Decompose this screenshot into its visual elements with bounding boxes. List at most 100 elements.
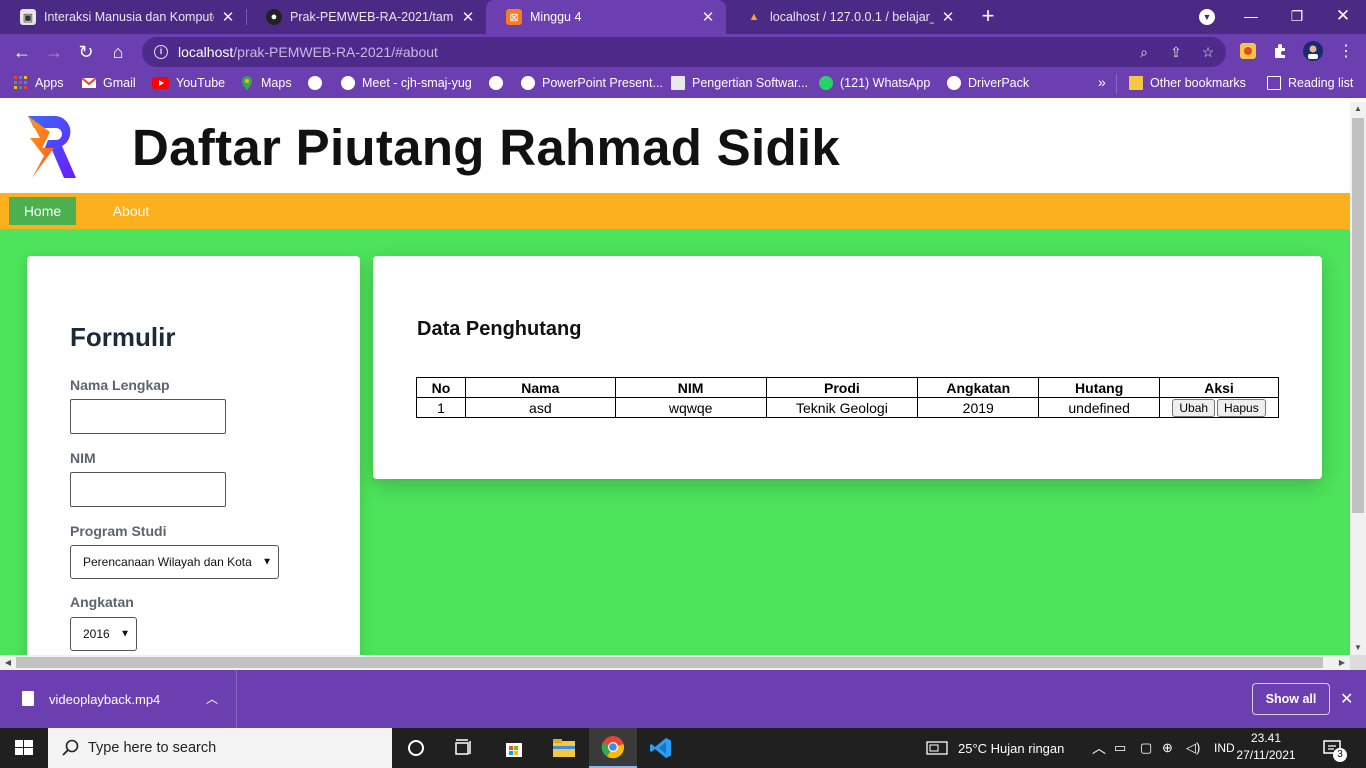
name-input[interactable]: [70, 399, 226, 434]
angkatan-select[interactable]: 2016 ▼: [70, 617, 137, 651]
nim-input[interactable]: [70, 472, 226, 507]
tab-title: Minggu 4: [530, 10, 582, 24]
extensions-puzzle-icon[interactable]: [1271, 42, 1289, 60]
file-explorer-icon[interactable]: [540, 728, 588, 768]
back-arrow-icon[interactable]: ←: [10, 40, 34, 64]
extension-icon[interactable]: [1239, 42, 1257, 60]
windows-start-icon[interactable]: [0, 728, 48, 768]
globe-icon: [521, 76, 535, 90]
scroll-right-icon[interactable]: ▶: [1334, 655, 1350, 670]
phpmyadmin-icon: ▲: [748, 11, 760, 23]
globe-icon: [947, 76, 961, 90]
scroll-down-icon[interactable]: ▼: [1350, 641, 1366, 655]
nav-home-link[interactable]: Home: [9, 197, 76, 225]
clock-date: 27/11/2021: [1236, 748, 1296, 762]
volume-icon[interactable]: ◁): [1186, 728, 1200, 768]
form-title: Formulir: [70, 322, 176, 352]
tab-github[interactable]: ● Prak-PEMWEB-RA-2021/tambah ✕: [246, 0, 486, 34]
vscode-icon[interactable]: [637, 728, 685, 768]
tray-overflow-chevron-icon[interactable]: ︿: [1092, 728, 1106, 768]
reload-icon[interactable]: ↻: [74, 40, 98, 64]
bookmarks-overflow-button[interactable]: »: [1098, 74, 1106, 90]
new-tab-button[interactable]: +: [976, 4, 1000, 28]
weather-widget[interactable]: 25°C Hujan ringan: [926, 728, 1064, 768]
bookmark-label: DriverPack: [968, 76, 1030, 90]
close-tab-icon[interactable]: ✕: [460, 8, 476, 26]
whatsapp-icon: [819, 76, 833, 90]
bookmark-driverpack[interactable]: DriverPack: [947, 76, 1029, 90]
page-header: Daftar Piutang Rahmad Sidik: [0, 102, 1350, 193]
store-icon[interactable]: [490, 728, 538, 768]
nim-label: NIM: [70, 450, 96, 466]
notification-badge: 3: [1333, 748, 1347, 762]
nav-about-link[interactable]: About: [96, 197, 166, 225]
folder-icon: [1129, 76, 1143, 90]
angkatan-select-value: 2016: [83, 627, 110, 641]
close-tab-icon[interactable]: ✕: [220, 8, 236, 26]
download-item[interactable]: videoplayback.mp4 ︿: [0, 670, 237, 728]
taskbar-search-box[interactable]: Type here to search: [48, 728, 392, 768]
close-tab-icon[interactable]: ✕: [700, 8, 716, 26]
edit-button[interactable]: Ubah: [1172, 398, 1216, 417]
bookmark-powerpoint[interactable]: PowerPoint Present...: [521, 76, 663, 90]
taskbar-search-placeholder: Type here to search: [88, 740, 217, 756]
reading-list[interactable]: Reading list: [1267, 76, 1353, 90]
vertical-scrollbar[interactable]: ▲ ▼: [1350, 102, 1366, 655]
close-tab-icon[interactable]: ✕: [940, 8, 956, 26]
bookmark-pengertian[interactable]: Pengertian Softwar...: [671, 76, 808, 90]
task-view-icon[interactable]: [440, 728, 488, 768]
meet-now-icon[interactable]: ▢: [1140, 728, 1152, 768]
vertical-scroll-thumb[interactable]: [1352, 118, 1364, 513]
share-icon[interactable]: ⇪: [1168, 44, 1184, 60]
bookmarks-divider: [1116, 74, 1117, 94]
bookmark-globe-2[interactable]: [489, 76, 510, 90]
reading-list-label: Reading list: [1288, 76, 1354, 90]
bookmark-star-icon[interactable]: ☆: [1200, 44, 1216, 60]
clock[interactable]: 23.41 27/11/2021: [1236, 730, 1296, 764]
bookmark-youtube[interactable]: YouTube: [152, 76, 225, 90]
close-icon[interactable]: ✕: [1340, 689, 1353, 709]
network-icon[interactable]: ⊕: [1162, 728, 1173, 768]
other-bookmarks[interactable]: Other bookmarks: [1129, 76, 1246, 90]
other-bookmarks-label: Other bookmarks: [1150, 76, 1246, 90]
bookmark-whatsapp[interactable]: (121) WhatsApp: [819, 76, 930, 90]
tab-interaksi[interactable]: ▣ Interaksi Manusia dan Komputer ✕: [0, 0, 246, 34]
menu-kebab-icon[interactable]: ⋮: [1334, 40, 1358, 64]
globe-icon: [308, 76, 322, 90]
tab-minggu-4[interactable]: ⊠ Minggu 4 ✕: [486, 0, 726, 34]
bookmark-label: PowerPoint Present...: [542, 76, 663, 90]
bookmark-meet[interactable]: Meet - cjh-smaj-yug: [341, 76, 472, 90]
bookmark-maps[interactable]: Maps: [240, 76, 292, 90]
delete-button[interactable]: Hapus: [1217, 398, 1266, 417]
bookmark-globe[interactable]: [308, 76, 329, 90]
restore-button[interactable]: ❐: [1274, 0, 1320, 32]
chevron-up-icon[interactable]: ︿: [206, 690, 218, 707]
close-window-button[interactable]: ✕: [1320, 0, 1366, 32]
scroll-left-icon[interactable]: ◀: [0, 655, 16, 670]
cortana-icon[interactable]: [392, 728, 440, 768]
address-bar[interactable]: i localhost/prak-PEMWEB-RA-2021/#about ⌕…: [142, 37, 1226, 67]
prodi-select[interactable]: Perencanaan Wilayah dan Kota ▼: [70, 545, 279, 579]
zoom-icon[interactable]: ⌕: [1136, 44, 1152, 60]
site-info-icon[interactable]: i: [154, 45, 168, 59]
language-indicator[interactable]: IND: [1214, 728, 1235, 768]
profile-avatar[interactable]: [1303, 41, 1323, 61]
bookmark-apps[interactable]: Apps: [14, 76, 64, 90]
battery-icon[interactable]: ▭: [1114, 728, 1126, 768]
debtor-table: No Nama NIM Prodi Angkatan Hutang Aksi 1…: [416, 377, 1279, 418]
tab-phpmyadmin[interactable]: ▲ localhost / 127.0.0.1 / belajar_aja ✕: [726, 0, 966, 34]
form-card: Formulir Nama Lengkap NIM Program Studi …: [27, 256, 360, 655]
chrome-icon[interactable]: [589, 728, 637, 768]
home-icon[interactable]: ⌂: [106, 40, 130, 64]
forward-arrow-icon[interactable]: →: [42, 40, 66, 64]
angkatan-label: Angkatan: [70, 594, 134, 610]
horizontal-scrollbar[interactable]: ◀ ▶: [0, 655, 1350, 670]
chevron-down-icon: ▼: [262, 556, 272, 568]
horizontal-scroll-thumb[interactable]: [16, 657, 1323, 668]
tab-search-icon[interactable]: ▼: [1199, 9, 1215, 25]
scroll-up-icon[interactable]: ▲: [1350, 102, 1366, 116]
tab-strip: ▣ Interaksi Manusia dan Komputer ✕ ● Pra…: [0, 0, 1366, 34]
bookmark-gmail[interactable]: Gmail: [82, 76, 136, 90]
minimize-button[interactable]: —: [1228, 0, 1274, 32]
show-all-button[interactable]: Show all: [1252, 683, 1330, 715]
